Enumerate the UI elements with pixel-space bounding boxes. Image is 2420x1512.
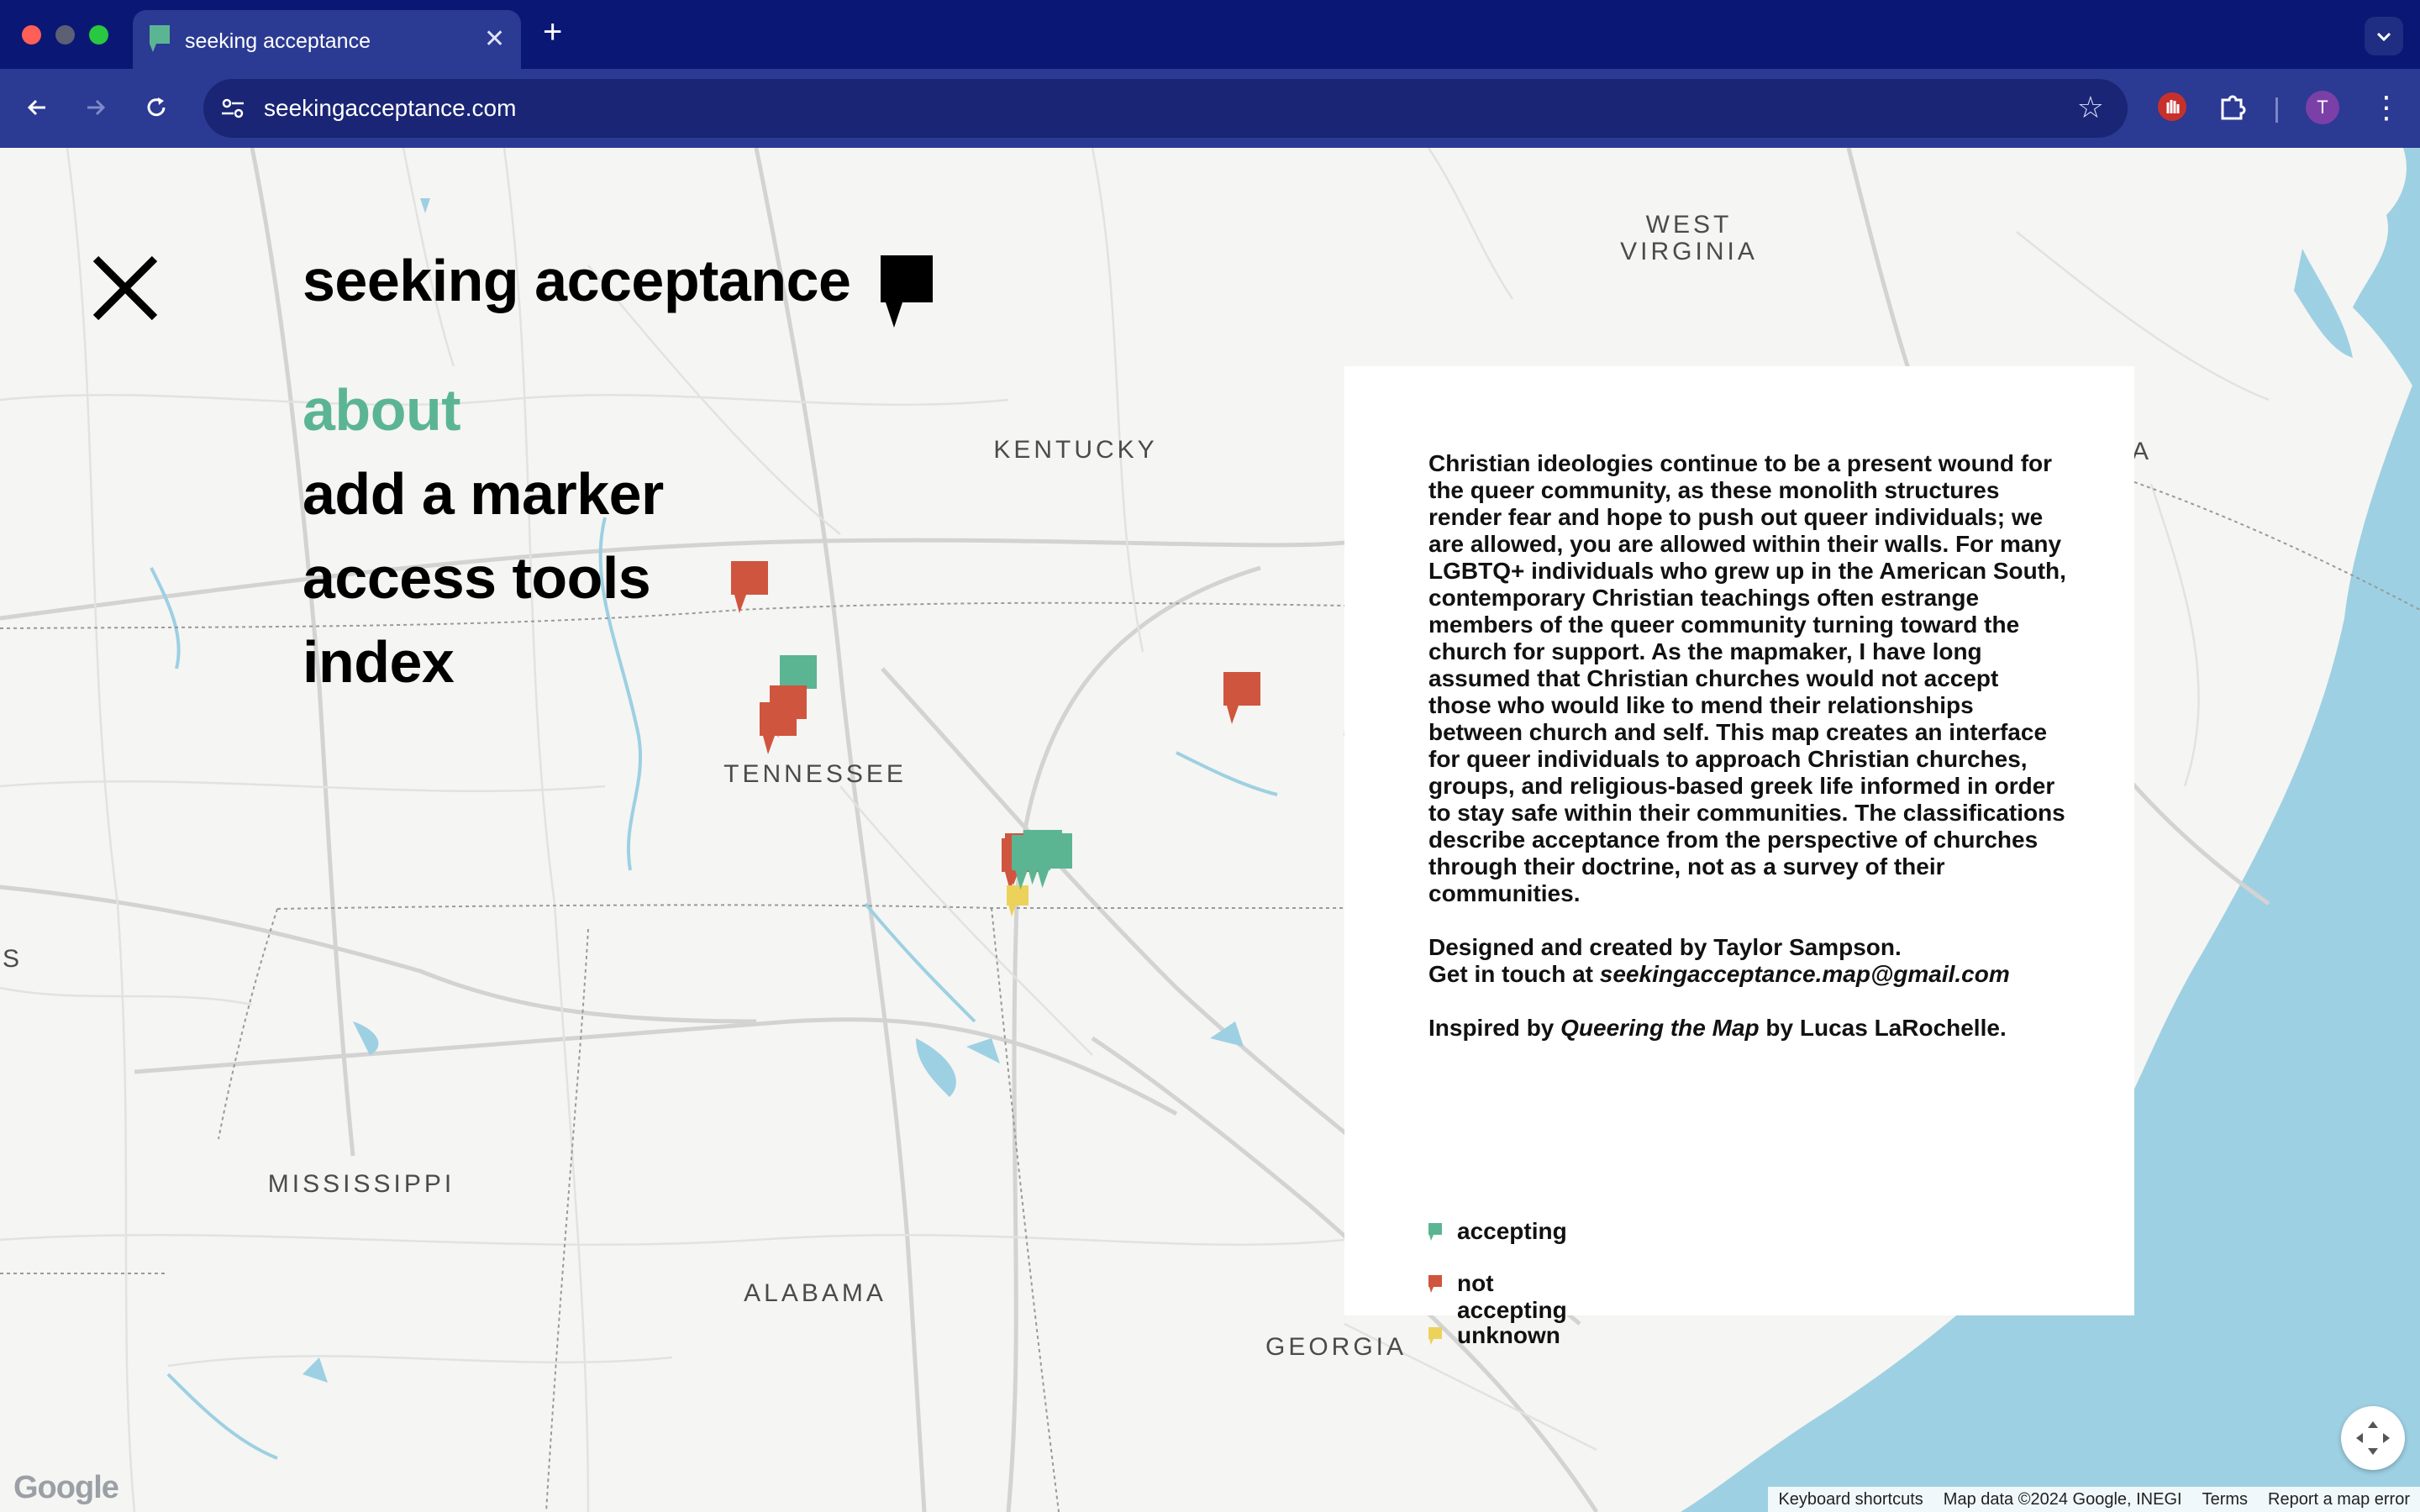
inspired-prefix: Inspired by (1428, 1015, 1561, 1041)
forward-button[interactable] (76, 87, 116, 128)
browser-menu-icon[interactable]: ⋮ (2370, 86, 2403, 129)
contact-email-link[interactable]: seekingacceptance.map@gmail.com (1600, 961, 2010, 987)
state-label-tennessee: TENNESSEE (723, 760, 907, 788)
state-label-mississippi: MISSISSIPPI (267, 1170, 455, 1198)
state-label-georgia: GEORGIA (1265, 1333, 1407, 1361)
menu-item-add-a-marker[interactable]: add a marker (302, 452, 664, 536)
tab-title: seeking acceptance (185, 29, 371, 53)
terms-link[interactable]: Terms (2192, 1487, 2258, 1512)
about-credits: Designed and created by Taylor Sampson. … (1428, 934, 2067, 988)
browser-tab[interactable]: seeking acceptance ✕ (133, 10, 521, 69)
not-accepting-marker[interactable] (1223, 672, 1260, 726)
menu-item-index[interactable]: index (302, 620, 664, 704)
designed-by: Designed and created by Taylor Sampson. (1428, 934, 1902, 960)
speech-marker-icon (150, 25, 170, 52)
browser-toolbar: seekingacceptance.com ☆ T ⋮ (0, 69, 2420, 148)
address-bar[interactable]: seekingacceptance.com ☆ (203, 79, 2128, 138)
not-accepting-marker[interactable] (731, 561, 768, 615)
recenter-button[interactable] (2341, 1406, 2405, 1470)
map-viewport[interactable]: WEST VIRGINIA KENTUCKY TENNESSEE MISSISS… (0, 148, 2420, 1512)
report-map-error-link[interactable]: Report a map error (2258, 1487, 2420, 1512)
about-inspired: Inspired by Queering the Map by Lucas La… (1428, 1015, 2067, 1042)
window-minimize-button[interactable] (55, 25, 75, 45)
map-attribution: Keyboard shortcuts Map data ©2024 Google… (1768, 1487, 2420, 1512)
state-label-kentucky: KENTUCKY (993, 436, 1158, 464)
site-settings-icon[interactable] (218, 94, 247, 123)
about-body: Christian ideologies continue to be a pr… (1428, 450, 2066, 906)
new-tab-button[interactable]: + (543, 15, 562, 49)
expand-arrows-icon (2356, 1421, 2390, 1455)
url-text[interactable]: seekingacceptance.com (264, 95, 516, 122)
browser-tab-bar: seeking acceptance ✕ + (0, 0, 2420, 69)
legend-label: not accepting (1457, 1270, 1567, 1323)
google-logo[interactable]: Google (13, 1470, 119, 1506)
state-label-alabama: ALABAMA (744, 1279, 886, 1307)
extension-stop-icon[interactable] (2153, 87, 2191, 126)
keyboard-shortcuts-link[interactable]: Keyboard shortcuts (1768, 1487, 1933, 1512)
bookmark-star-icon[interactable]: ☆ (2077, 91, 2104, 124)
reload-button[interactable] (136, 87, 176, 128)
contact-prefix: Get in touch at (1428, 961, 1600, 987)
inspired-suffix: by Lucas LaRochelle. (1759, 1015, 2007, 1041)
legend-label: accepting (1457, 1218, 1567, 1244)
tab-search-button[interactable] (2365, 17, 2403, 55)
not-accepting-marker[interactable] (760, 702, 797, 756)
accepting-marker-icon (1428, 1223, 1442, 1241)
window-maximize-button[interactable] (89, 25, 108, 45)
close-icon[interactable] (91, 254, 160, 323)
inspired-work: Queering the Map (1560, 1015, 1760, 1041)
menu-item-about[interactable]: about (302, 368, 664, 452)
extensions-puzzle-icon[interactable] (2213, 87, 2252, 126)
unknown-marker-icon (1428, 1327, 1442, 1345)
state-label-edge-s: S (2, 945, 23, 973)
legend-label: unknown (1457, 1322, 1560, 1348)
site-title: seeking acceptance (302, 248, 851, 313)
about-text: Christian ideologies continue to be a pr… (1428, 450, 2067, 1068)
speech-marker-icon (881, 255, 933, 328)
reload-icon (147, 97, 166, 117)
back-button[interactable] (17, 87, 57, 128)
menu-item-access-tools[interactable]: access tools (302, 536, 664, 620)
arrow-left-icon (27, 99, 45, 116)
map-data-credit: Map data ©2024 Google, INEGI (1943, 1490, 2182, 1509)
arrow-right-icon (87, 99, 106, 116)
state-label-west-virginia: WEST VIRGINIA (1620, 211, 1758, 265)
chevron-down-icon (2376, 32, 2391, 42)
tab-close-icon[interactable]: ✕ (484, 27, 505, 52)
about-panel: Christian ideologies continue to be a pr… (1344, 366, 2134, 1348)
toolbar-separator (2275, 97, 2278, 123)
accepting-marker[interactable] (1034, 833, 1073, 890)
not-accepting-marker-icon (1428, 1275, 1442, 1293)
site-menu: about add a marker access tools index (302, 368, 664, 704)
profile-avatar[interactable]: T (2306, 91, 2339, 124)
window-close-button[interactable] (22, 25, 41, 45)
